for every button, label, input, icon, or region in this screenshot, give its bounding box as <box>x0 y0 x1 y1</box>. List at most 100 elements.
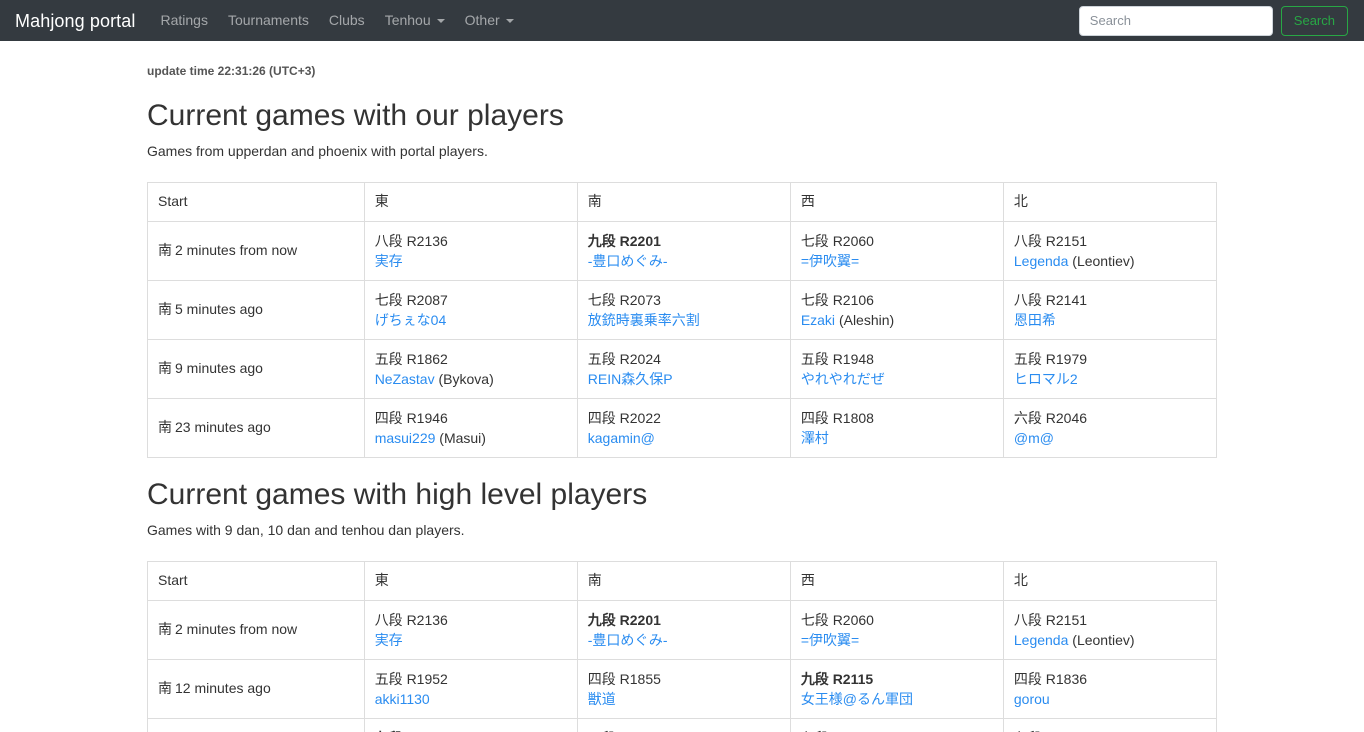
player-cell: 四段 R1855 獣道 <box>576 659 791 720</box>
player-name-link[interactable]: Legenda <box>1014 253 1069 269</box>
games-table: Start 東南西北南 2 minutes from now 八段 R2136 実存 九段… <box>147 182 1218 459</box>
round-wind-label: 南 <box>158 360 172 377</box>
player-name: 放銃時裏乗率六割 <box>588 310 780 330</box>
player-cell: 五段 R1948 やれやれだぜ <box>789 339 1004 400</box>
player-rank: 五段 R1979 <box>1013 351 1088 368</box>
player-rank: 九段 R2115 <box>800 671 874 688</box>
player-cell: 四段 R1836 gorou <box>1002 659 1218 720</box>
table-row: 南 23 minutes ago 四段 R1946 masui229 (Masui) 四… <box>147 398 1218 459</box>
column-header: 北 <box>1002 561 1218 602</box>
player-name: げちぇな04 <box>375 310 567 330</box>
player-name: =伊吹翼= <box>801 251 993 271</box>
player-name: Ezaki (Aleshin) <box>801 310 993 330</box>
search-button[interactable]: Search <box>1280 5 1348 36</box>
nav-item-ratings[interactable]: Ratings <box>150 0 217 41</box>
player-name-link[interactable]: Ezaki <box>801 312 835 328</box>
nav-item-other[interactable]: Other <box>455 0 524 41</box>
player-rank: 九段 R2201 <box>587 612 661 629</box>
player-cell: 八段 R2151 Legenda (Leontiev) <box>1002 221 1218 282</box>
player-name: masui229 (Masui) <box>375 428 567 448</box>
player-name-link[interactable]: gorou <box>1014 691 1050 707</box>
player-rank: 七段 R2060 <box>800 612 874 629</box>
player-name-link[interactable]: げちぇな04 <box>375 312 447 328</box>
table-row: 南2 minutes from now 八段 R2136 実存 九段 R2201 -豊口… <box>147 221 1218 282</box>
round-wind-label: 南 <box>158 242 172 259</box>
player-name-link[interactable]: 実存 <box>375 632 403 648</box>
search-form: Search <box>1078 0 1348 41</box>
player-cell: 四段 R2022 kagamin@ <box>576 398 791 459</box>
player-cell: 六段 R2046 @m@ <box>1002 398 1218 459</box>
player-cell: 七段 R2087 げちぇな04 <box>363 280 578 341</box>
player-rank: 七段 R2106 <box>800 292 874 309</box>
search-input[interactable] <box>1078 5 1273 36</box>
player-name-link[interactable]: 獣道 <box>588 691 616 707</box>
player-name: 実存 <box>375 630 567 650</box>
player-name-link[interactable]: やれやれだぜ <box>801 371 885 387</box>
player-name-link[interactable]: -豊口めぐみ- <box>588 632 668 648</box>
player-name-link[interactable]: -豊口めぐみ- <box>588 253 668 269</box>
player-rank: 四段 R1855 <box>587 671 661 688</box>
primary-nav: Ratings Tournaments Clubs Tenhou Other <box>150 0 523 41</box>
player-name-link[interactable]: =伊吹翼= <box>801 632 859 648</box>
update-time: update time 22:31:26 (UTC+3) <box>147 64 316 78</box>
player-real-name: (Leontiev) <box>1072 632 1135 649</box>
start-time-text: 12 minutes ago <box>175 680 271 697</box>
player-name-link[interactable]: ヒロマル2 <box>1014 371 1078 387</box>
player-name-link[interactable]: 実存 <box>375 253 403 269</box>
nav-item-tournaments[interactable]: Tournaments <box>218 0 319 41</box>
column-header: 西 <box>789 182 1004 223</box>
nav-item-clubs[interactable]: Clubs <box>319 0 375 41</box>
table-row: 南5 minutes ago 七段 R2087 げちぇな04 七段 R2073 放銃時裏… <box>147 280 1218 341</box>
player-name: Legenda (Leontiev) <box>1014 251 1206 271</box>
player-cell: 七段 R2118たくじろう <box>789 718 1004 732</box>
table-header-row: Start 東南西北 <box>147 182 1218 223</box>
start-cell: 南5 minutes ago <box>147 280 365 341</box>
sections-root: Current games with our players Games from… <box>147 99 1218 732</box>
column-header: 東 <box>363 182 578 223</box>
player-name-link[interactable]: 女王様@るん軍団 <box>801 691 913 707</box>
nav-link-ratings[interactable]: Ratings <box>150 0 217 41</box>
player-name: @m@ <box>1014 428 1206 448</box>
player-name-link[interactable]: Legenda <box>1014 632 1069 648</box>
player-rank: 五段 R1862 <box>374 351 448 368</box>
player-name-link[interactable]: akki1130 <box>375 691 430 707</box>
player-name-link[interactable]: 恩田希 <box>1014 312 1056 328</box>
page-container: update time 22:31:26 (UTC+3) Current gam… <box>132 41 1232 732</box>
player-name-link[interactable]: 放銃時裏乗率六割 <box>588 312 700 328</box>
player-name: =伊吹翼= <box>801 630 993 650</box>
player-name-link[interactable]: NeZastav <box>375 371 435 387</box>
player-rank: 八段 R2209 <box>588 728 780 732</box>
column-header: Start <box>147 561 365 602</box>
section-heading: Current games with high level players <box>147 478 648 512</box>
nav-link-tournaments[interactable]: Tournaments <box>218 0 319 41</box>
player-name: -豊口めぐみ- <box>588 251 780 271</box>
nav-item-tenhou[interactable]: Tenhou <box>375 0 455 41</box>
player-name: NeZastav (Bykova) <box>375 369 567 389</box>
start-time-text: 5 minutes ago <box>175 301 263 318</box>
player-cell: 五段 R2024 REIN森久保P <box>576 339 791 400</box>
player-cell: 八段 R2136 実存 <box>363 600 578 661</box>
column-header: 南 <box>576 182 791 223</box>
player-cell: 五段 R1862 NeZastav (Bykova) <box>363 339 578 400</box>
player-cell: 九段 R2201 -豊口めぐみ- <box>576 600 791 661</box>
nav-link-other[interactable]: Other <box>455 0 524 41</box>
nav-link-tenhou[interactable]: Tenhou <box>375 0 455 41</box>
player-cell: 七段 R2145pincers <box>1002 718 1218 732</box>
player-cell: 七段 R2106 Ezaki (Aleshin) <box>789 280 1004 341</box>
start-cell: 南9 minutes ago <box>147 339 365 400</box>
player-name-link[interactable]: 澤村 <box>801 430 829 446</box>
brand-link[interactable]: Mahjong portal <box>0 12 150 30</box>
player-name-link[interactable]: @m@ <box>1014 430 1054 446</box>
player-name-link[interactable]: REIN森久保P <box>588 371 673 387</box>
player-name-link[interactable]: masui229 <box>375 430 436 446</box>
nav-link-clubs[interactable]: Clubs <box>319 0 375 41</box>
player-rank: 八段 R2151 <box>1013 233 1088 250</box>
column-header: 東 <box>363 561 578 602</box>
player-rank: 四段 R1808 <box>800 410 874 427</box>
player-name-link[interactable]: kagamin@ <box>588 430 655 446</box>
player-name: 実存 <box>375 251 567 271</box>
player-name-link[interactable]: =伊吹翼= <box>801 253 859 269</box>
player-cell: 八段 R2141 恩田希 <box>1002 280 1218 341</box>
player-rank: 七段 R2145 <box>1014 728 1206 732</box>
player-cell: 七段 R2073 放銃時裏乗率六割 <box>576 280 791 341</box>
